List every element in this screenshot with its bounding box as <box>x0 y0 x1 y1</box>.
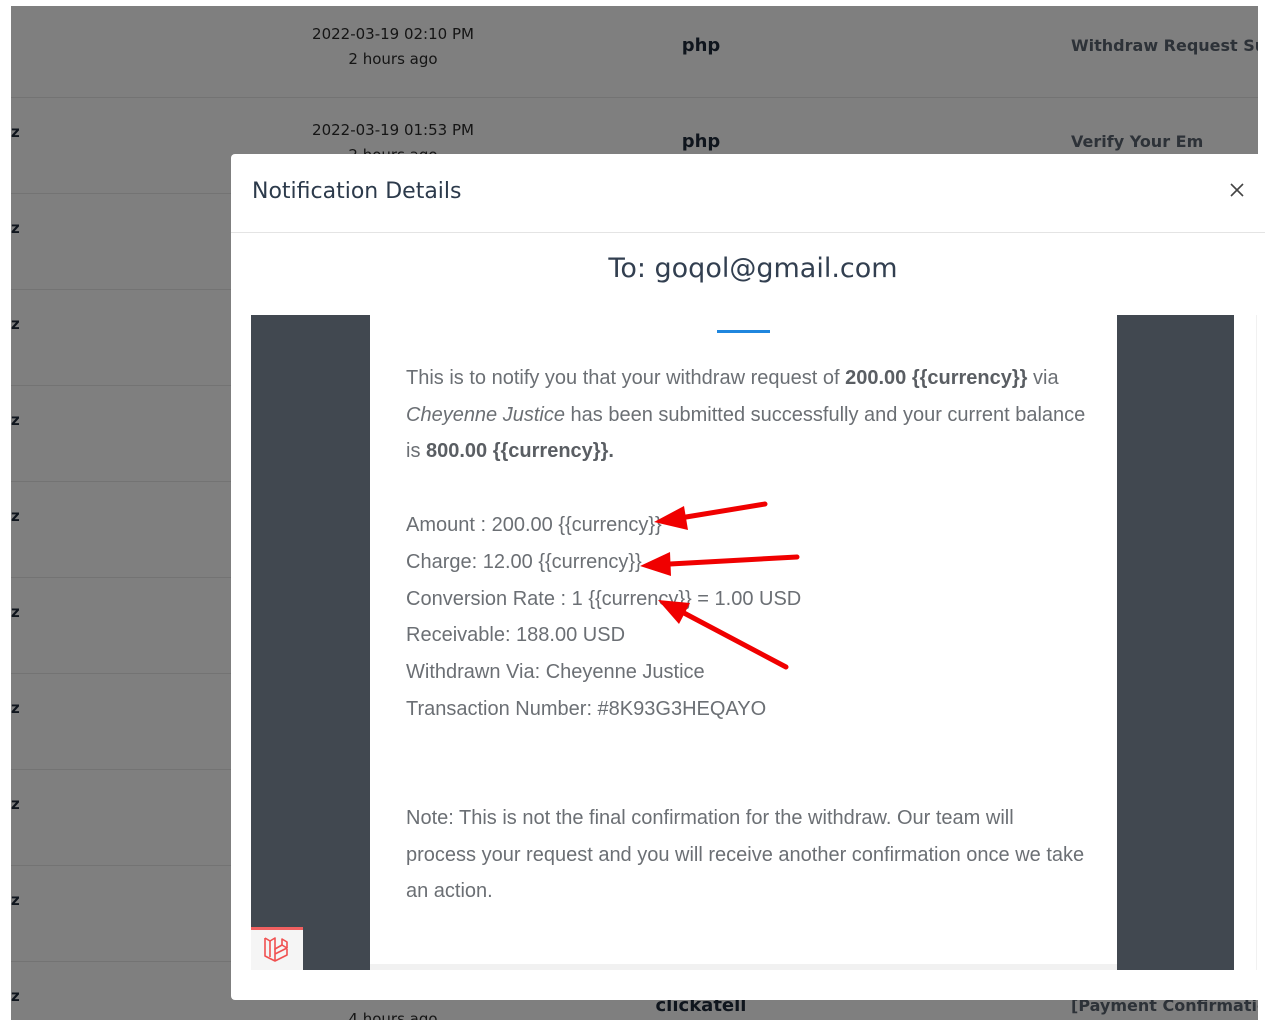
email-left-margin <box>251 315 370 970</box>
horizontal-scrollbar[interactable] <box>370 964 1117 970</box>
withdraw-method: Cheyenne Justice <box>406 403 565 426</box>
intro-text: via <box>1027 367 1059 389</box>
laravel-logo-icon[interactable] <box>251 927 303 970</box>
email-preview-frame[interactable]: This is to notify you that your withdraw… <box>251 315 1257 970</box>
detail-charge: Charge: 12.00 {{currency}} <box>406 551 642 573</box>
current-balance: 800.00 {{currency}}. <box>426 440 614 463</box>
intro-text: This is to notify you that your withdraw… <box>406 367 846 389</box>
note-paragraph: Note: This is not the final confirmation… <box>406 807 1085 903</box>
intro-paragraph: This is to notify you that your withdraw… <box>406 360 1086 470</box>
vertical-scrollbar[interactable] <box>1256 315 1257 970</box>
accent-divider <box>717 330 770 333</box>
close-icon <box>1230 183 1244 197</box>
scroll-up-arrow-icon[interactable] <box>1256 317 1257 334</box>
modal-title: Notification Details <box>252 179 462 204</box>
modal-header: Notification Details <box>231 154 1265 233</box>
email-right-margin <box>1117 315 1234 970</box>
withdraw-amount: 200.00 {{currency}} <box>845 367 1028 389</box>
recipient-address: To: goqol@gmail.com <box>608 253 898 284</box>
notification-details-modal: Notification Details To: goqol@gmail.com… <box>231 154 1265 1000</box>
detail-withdrawn-via: Withdrawn Via: Cheyenne Justice <box>406 661 705 683</box>
scroll-down-arrow-icon[interactable] <box>1256 951 1257 968</box>
detail-amount: Amount : 200.00 {{currency}} <box>406 514 662 536</box>
close-button[interactable] <box>1225 178 1249 202</box>
email-body: This is to notify you that your withdraw… <box>370 315 1117 970</box>
detail-transaction-number: Transaction Number: #8K93G3HEQAYO <box>406 698 767 720</box>
detail-conversion-rate: Conversion Rate : 1 {{currency}} = 1.00 … <box>406 588 802 610</box>
detail-receivable: Receivable: 188.00 USD <box>406 624 626 646</box>
